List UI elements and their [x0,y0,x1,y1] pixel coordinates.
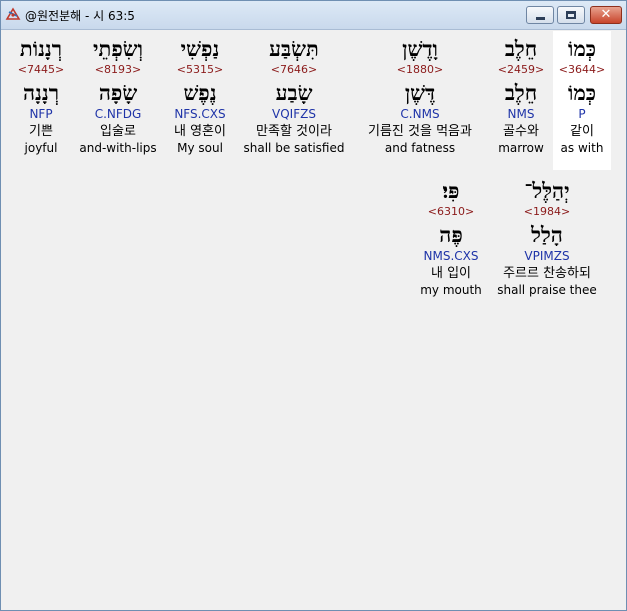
word-block[interactable]: יְהַלֶּל־ <1984> הָלַל VPIMZS 주르르 찬송하되 s… [494,178,600,298]
korean-gloss: 내 입이 [430,266,471,281]
hebrew-word: וְשִׂפְתֵי [93,36,143,61]
minimize-button[interactable] [526,6,554,24]
window-title: @원전분해 - 시 63:5 [25,9,135,23]
korean-gloss: 만족할 것이라 [256,124,332,139]
word-block[interactable]: תִּשְׂבַּע <7646> שָׂבַע VQIFZS 만족할 것이라 … [242,36,346,156]
hebrew-word: כְּמוֹ [567,36,597,61]
english-gloss: as with [560,141,604,155]
app-logo-icon [5,7,21,20]
hebrew-lemma: הָלַל [531,222,563,247]
hebrew-lemma: רְנָנָה [22,80,60,105]
hebrew-lemma: חֵלֶב [504,80,538,105]
hebrew-lemma: שָׂבַע [275,80,313,105]
word-block[interactable]: רְנָנוֹת <7445> רְנָנָה NFP 기쁜 joyful [8,36,74,156]
word-block[interactable]: כְּמוֹ <3644> כְּמוֹ P 같이 as with [553,36,611,156]
hebrew-lemma: דֶּשֶׁן [404,80,436,105]
hebrew-word: נַפְשִׁי [180,36,220,61]
word-block[interactable]: פִּי׃ <6310> פֶּה NMS.CXS 내 입이 my mouth [414,178,488,298]
parsing-code: NFS.CXS [174,107,226,121]
parsing-code: C.NMS [400,107,440,121]
korean-gloss: 기쁜 [29,124,53,139]
strong-number[interactable]: <6310> [414,205,488,223]
word-block[interactable]: וְשִׂפְתֵי <8193> שָׂפָה C.NFDG 입술로 and-… [78,36,158,156]
english-gloss: shall be satisfied [243,141,345,155]
hebrew-word: חֵלֶב [504,36,538,61]
korean-gloss: 같이 [570,124,594,139]
parsing-code: VQIFZS [272,107,316,121]
english-gloss: and-with-lips [79,141,157,155]
parsing-code: P [578,107,586,121]
korean-gloss: 주르르 찬송하되 [503,266,591,281]
parsing-code: NMS.CXS [423,249,479,263]
parsing-code: NFP [29,107,53,121]
close-button[interactable]: ✕ [590,6,622,24]
english-gloss: marrow [498,141,544,155]
maximize-icon [566,11,576,19]
korean-gloss: 기름진 것을 먹음과 [368,124,472,139]
english-gloss: my mouth [420,283,482,297]
app-window: @원전분해 - 시 63:5 ✕ כְּמוֹ <3644> כְּמוֹ P … [0,0,627,611]
close-icon: ✕ [600,7,612,22]
word-block[interactable]: חֵלֶב <2459> חֵלֶב NMS 골수와 marrow [494,36,548,156]
maximize-button[interactable] [557,6,585,24]
strong-number[interactable]: <2459> [494,63,548,81]
hebrew-word: תִּשְׂבַּע [269,36,319,61]
korean-gloss: 골수와 [503,124,539,139]
hebrew-lemma: כְּמוֹ [567,80,597,105]
strong-number[interactable]: <1984> [494,205,600,223]
hebrew-word: רְנָנוֹת [19,36,63,61]
hebrew-word: פִּי׃ [442,178,460,203]
parsing-code: NMS [507,107,535,121]
minimize-icon [536,17,545,20]
english-gloss: joyful [24,141,58,155]
english-gloss: shall praise thee [497,283,597,297]
word-block[interactable]: נַפְשִׁי <5315> נֶפֶשׁ NFS.CXS 내 영혼이 My … [164,36,236,156]
word-block[interactable]: וָדֶשֶׁן <1880> דֶּשֶׁן C.NMS 기름진 것을 먹음과… [354,36,486,156]
hebrew-lemma: נֶפֶשׁ [183,80,217,105]
strong-number[interactable]: <8193> [78,63,158,81]
strong-number[interactable]: <1880> [354,63,486,81]
hebrew-word: יְהַלֶּל־ [524,178,570,203]
parsing-code: VPIMZS [524,249,570,263]
parsing-code: C.NFDG [94,107,142,121]
hebrew-lemma: פֶּה [439,222,463,247]
korean-gloss: 입술로 [100,124,136,139]
hebrew-word: וָדֶשֶׁן [402,36,438,61]
strong-number[interactable]: <7445> [8,63,74,81]
interlinear-panel: כְּמוֹ <3644> כְּמוֹ P 같이 as with חֵלֶב … [4,31,623,607]
hebrew-lemma: שָׂפָה [98,80,138,105]
english-gloss: and fatness [384,141,456,155]
strong-number[interactable]: <7646> [242,63,346,81]
strong-number[interactable]: <5315> [164,63,236,81]
title-bar[interactable]: @원전분해 - 시 63:5 ✕ [1,1,626,30]
english-gloss: My soul [177,141,223,155]
strong-number[interactable]: <3644> [553,63,611,81]
korean-gloss: 내 영혼이 [174,124,226,139]
